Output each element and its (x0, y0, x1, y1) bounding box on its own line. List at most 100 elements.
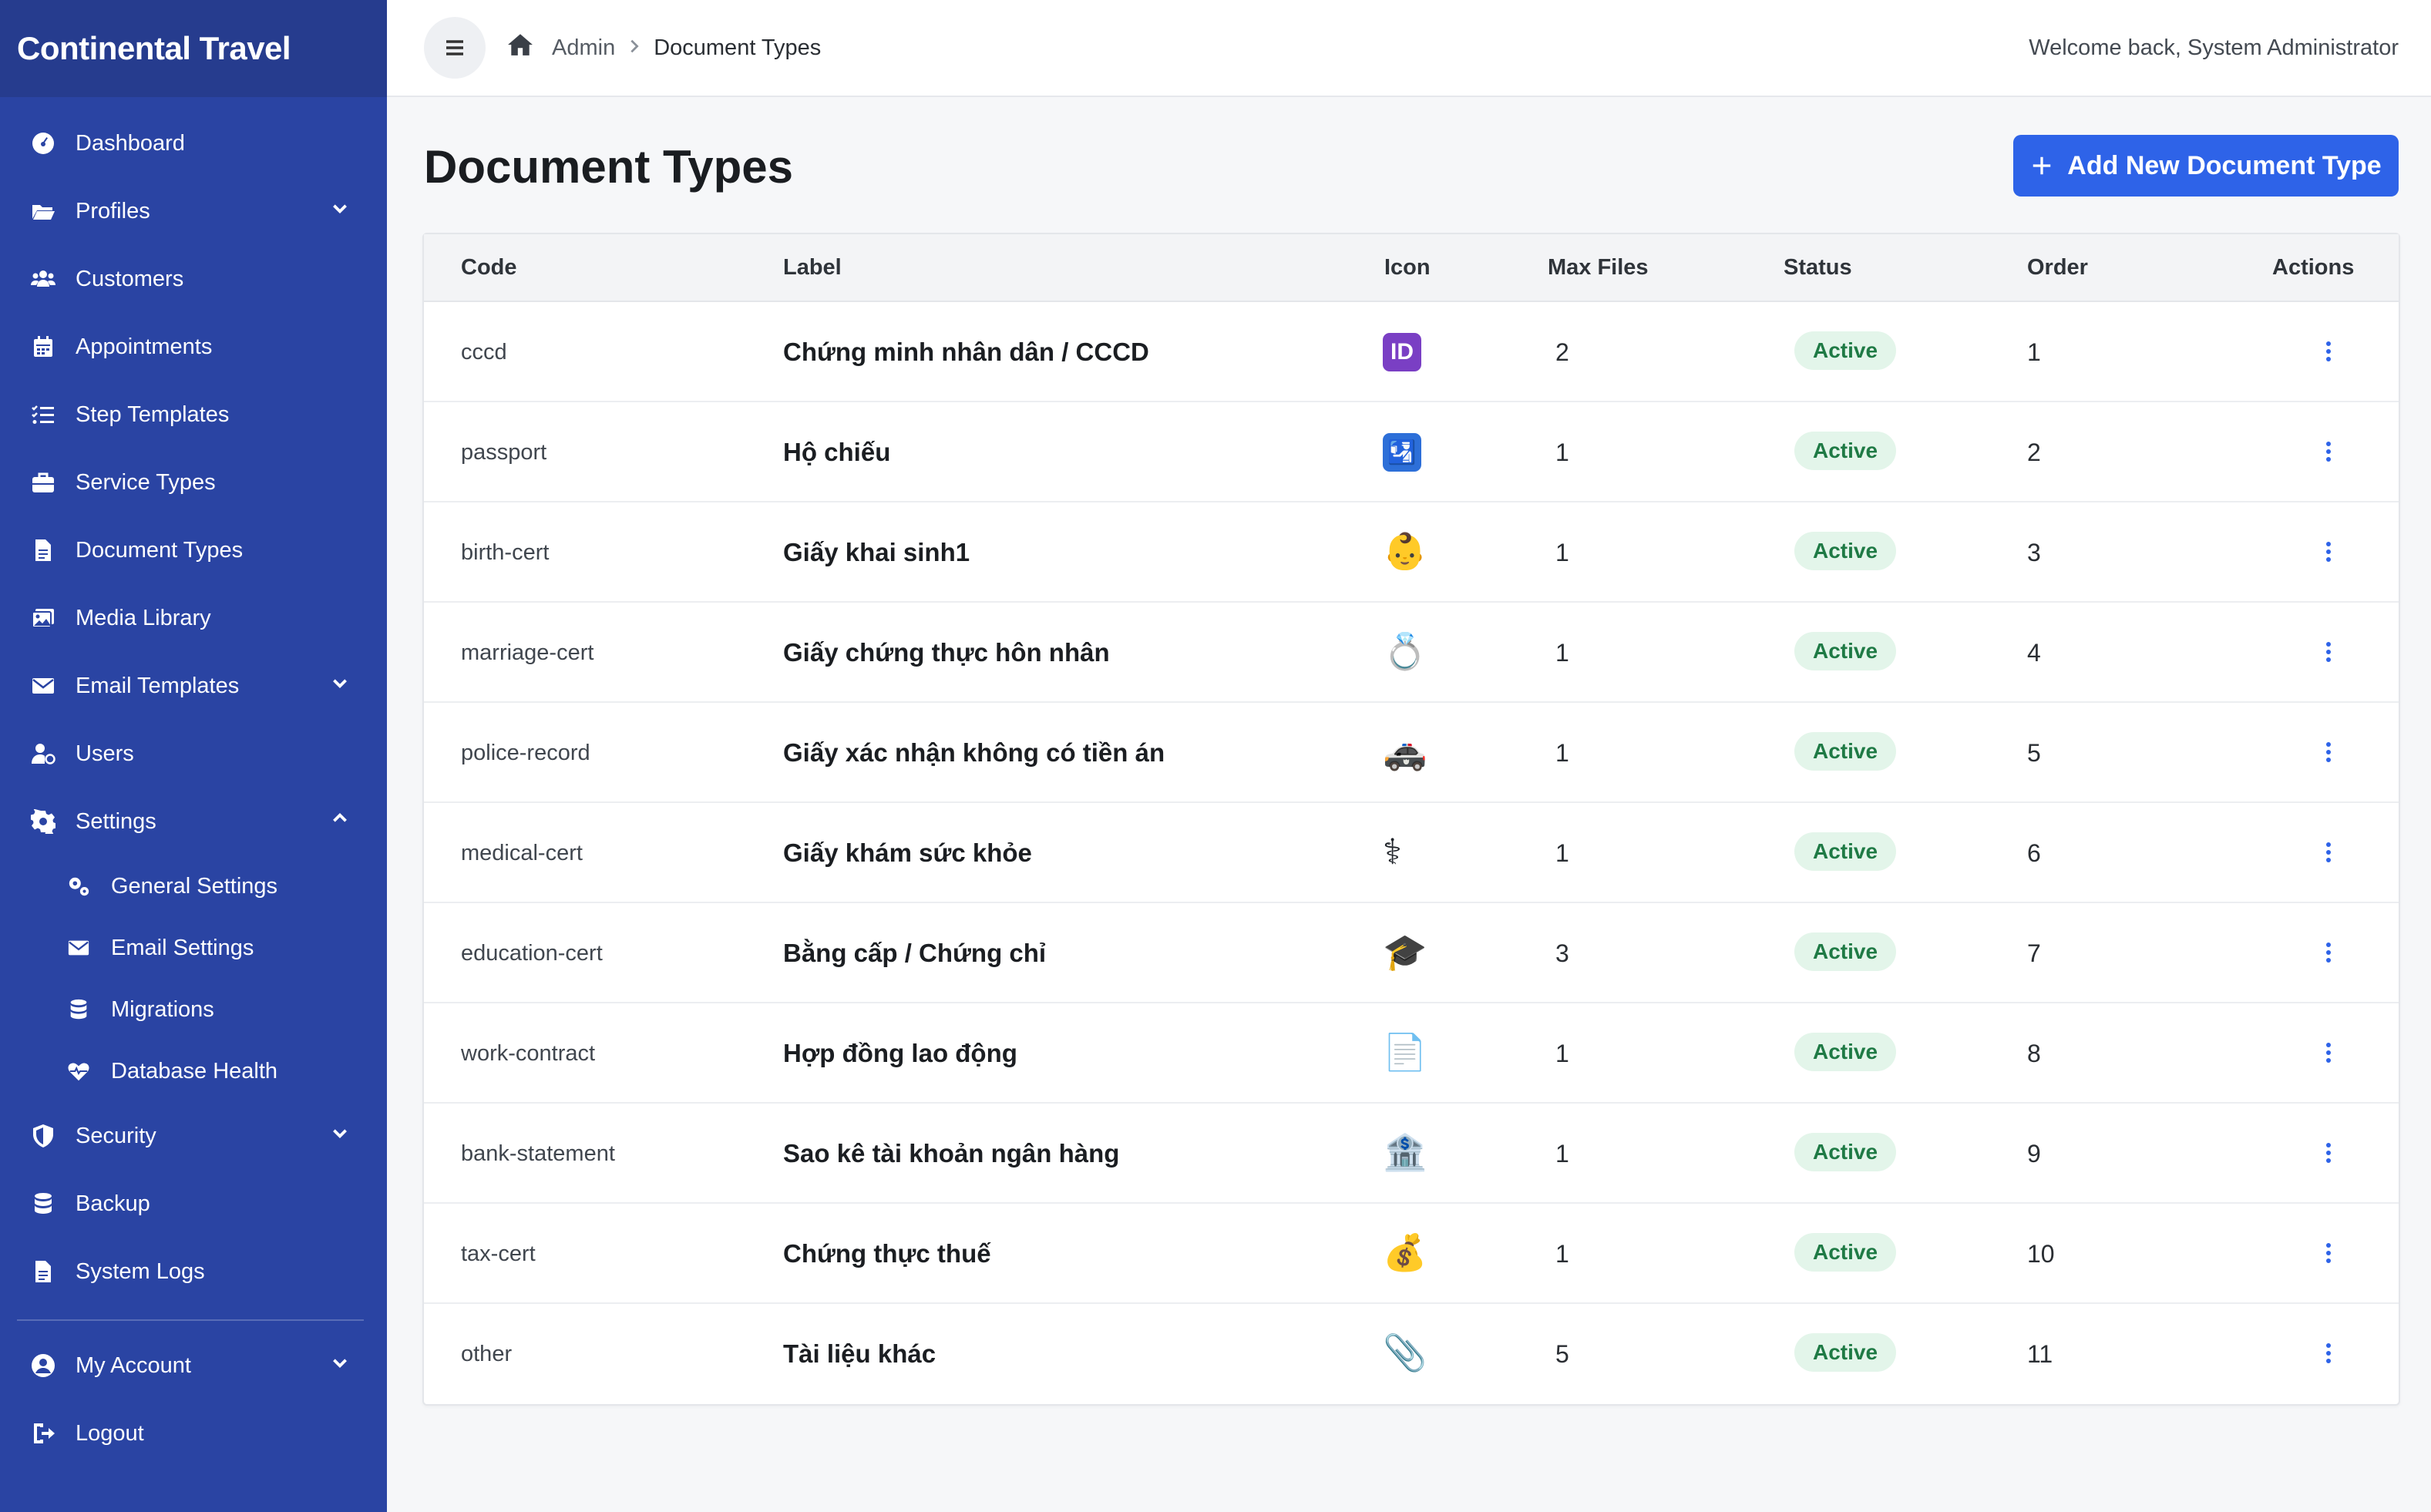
kebab-menu-icon (2326, 742, 2331, 762)
sidebar-item-appointments[interactable]: Appointments (0, 313, 387, 381)
police-car-icon: 🚓 (1383, 731, 1427, 772)
cell-label: Tài liệu khác (783, 1339, 936, 1368)
kebab-menu-icon (2326, 542, 2331, 562)
header-label[interactable]: Label (783, 255, 842, 281)
status-badge: Active (1794, 532, 1897, 570)
header-status[interactable]: Status (1784, 255, 1852, 281)
status-badge-label: Active (1794, 632, 1897, 670)
sidebar-item-my-account[interactable]: My Account (0, 1332, 387, 1399)
sidebar-item-service-types[interactable]: Service Types (0, 449, 387, 516)
plus-icon (2033, 156, 2051, 175)
cell-order: 1 (2027, 338, 2041, 366)
cell-code: education-cert (461, 941, 603, 966)
status-badge-label: Active (1794, 331, 1897, 370)
status-badge-label: Active (1794, 432, 1897, 470)
sidebar-item-media-library[interactable]: Media Library (0, 584, 387, 652)
sidebar-item-dashboard[interactable]: Dashboard (0, 109, 387, 177)
header-order[interactable]: Order (2027, 255, 2088, 281)
sidebar-item-system-logs[interactable]: System Logs (0, 1238, 387, 1305)
status-badge: Active (1794, 1133, 1897, 1171)
sidebar: Continental Travel Dashboard Profiles Cu… (0, 0, 387, 1512)
money-bag-icon: 💰 (1383, 1231, 1427, 1273)
header-max-files[interactable]: Max Files (1548, 255, 1649, 281)
home-icon[interactable] (507, 32, 533, 64)
envelope-icon (65, 934, 92, 962)
cell-label: Giấy xác nhận không có tiền án (783, 738, 1165, 767)
cell-label: Hộ chiếu (783, 438, 891, 466)
table-row: marriage-cert Giấy chứng thực hôn nhân 💍… (424, 603, 2399, 703)
kebab-menu-icon (2326, 842, 2331, 862)
sidebar-item-customers[interactable]: Customers (0, 245, 387, 313)
row-actions-button[interactable] (2317, 1037, 2340, 1068)
chevron-right-icon (615, 35, 654, 61)
sidebar-item-label: Dashboard (76, 130, 185, 156)
sidebar-item-logout[interactable]: Logout (0, 1399, 387, 1467)
cell-order: 10 (2027, 1240, 2055, 1268)
sidebar-item-security[interactable]: Security (0, 1102, 387, 1170)
sidebar-item-users[interactable]: Users (0, 720, 387, 788)
sidebar-subitem-migrations[interactable]: Migrations (0, 979, 387, 1040)
status-badge: Active (1794, 331, 1897, 370)
sidebar-item-document-types[interactable]: Document Types (0, 516, 387, 584)
sidebar-subitem-general-settings[interactable]: General Settings (0, 855, 387, 917)
sidebar-item-profiles[interactable]: Profiles (0, 177, 387, 245)
table-row: cccd Chứng minh nhân dân / CCCD ID 2 Act… (424, 302, 2399, 402)
row-actions-button[interactable] (2317, 1137, 2340, 1168)
row-actions-button[interactable] (2317, 637, 2340, 667)
header-code[interactable]: Code (461, 255, 517, 281)
sidebar-subitem-email-settings[interactable]: Email Settings (0, 917, 387, 979)
add-document-type-button[interactable]: Add New Document Type (2013, 135, 2399, 197)
row-actions-button[interactable] (2317, 837, 2340, 868)
menu-toggle-button[interactable] (424, 17, 486, 79)
row-actions-button[interactable] (2317, 737, 2340, 768)
cell-label: Hợp đồng lao động (783, 1039, 1017, 1067)
brand-logo[interactable]: Continental Travel (0, 0, 387, 97)
cell-max-files: 3 (1555, 939, 1569, 967)
cogs-icon (65, 872, 92, 900)
status-badge-label: Active (1794, 1333, 1897, 1372)
sidebar-item-backup[interactable]: Backup (0, 1170, 387, 1238)
folder-open-icon (29, 197, 57, 225)
sidebar-item-label: Step Templates (76, 402, 230, 427)
chevron-down-icon (330, 1123, 350, 1149)
row-actions-button[interactable] (2317, 536, 2340, 567)
cell-max-files: 5 (1555, 1340, 1569, 1368)
kebab-menu-icon (2326, 1043, 2331, 1063)
sidebar-item-label: Security (76, 1123, 156, 1148)
table-row: police-record Giấy xác nhận không có tiề… (424, 703, 2399, 803)
user-cog-icon (29, 740, 57, 768)
status-badge: Active (1794, 932, 1897, 971)
sidebar-item-label: My Account (76, 1352, 191, 1378)
topbar: Admin Document Types Welcome back, Syste… (387, 0, 2431, 97)
kebab-menu-icon (2326, 1243, 2331, 1263)
cell-code: medical-cert (461, 841, 583, 865)
cell-order: 8 (2027, 1040, 2041, 1067)
sidebar-nav: Dashboard Profiles Customers Appointment… (0, 97, 387, 1467)
sidebar-subitem-label: General Settings (111, 873, 278, 899)
header-actions: Actions (2272, 255, 2355, 280)
header-icon[interactable]: Icon (1384, 255, 1431, 281)
row-actions-button[interactable] (2317, 937, 2340, 968)
breadcrumb-admin[interactable]: Admin (552, 35, 615, 61)
sidebar-item-step-templates[interactable]: Step Templates (0, 381, 387, 449)
sidebar-subitem-database-health[interactable]: Database Health (0, 1040, 387, 1102)
page-title: Document Types (424, 141, 793, 193)
status-badge: Active (1794, 732, 1897, 771)
sidebar-item-email-templates[interactable]: Email Templates (0, 652, 387, 720)
table-row: bank-statement Sao kê tài khoản ngân hàn… (424, 1104, 2399, 1204)
table-row: tax-cert Chứng thực thuế 💰 1 Active 10 (424, 1204, 2399, 1304)
breadcrumb-current: Document Types (654, 35, 822, 60)
row-actions-button[interactable] (2317, 1238, 2340, 1268)
cell-order: 9 (2027, 1140, 2041, 1168)
row-actions-button[interactable] (2317, 336, 2340, 367)
row-actions-button[interactable] (2317, 1338, 2340, 1369)
sidebar-item-settings[interactable]: Settings (0, 788, 387, 855)
status-badge: Active (1794, 1333, 1897, 1372)
row-actions-button[interactable] (2317, 436, 2340, 467)
cell-max-files: 1 (1555, 1240, 1569, 1268)
chevron-down-icon (330, 198, 350, 224)
status-badge-label: Active (1794, 932, 1897, 971)
sidebar-subitem-label: Database Health (111, 1058, 278, 1084)
chevron-up-icon (330, 808, 350, 835)
users-group-icon (29, 265, 57, 293)
